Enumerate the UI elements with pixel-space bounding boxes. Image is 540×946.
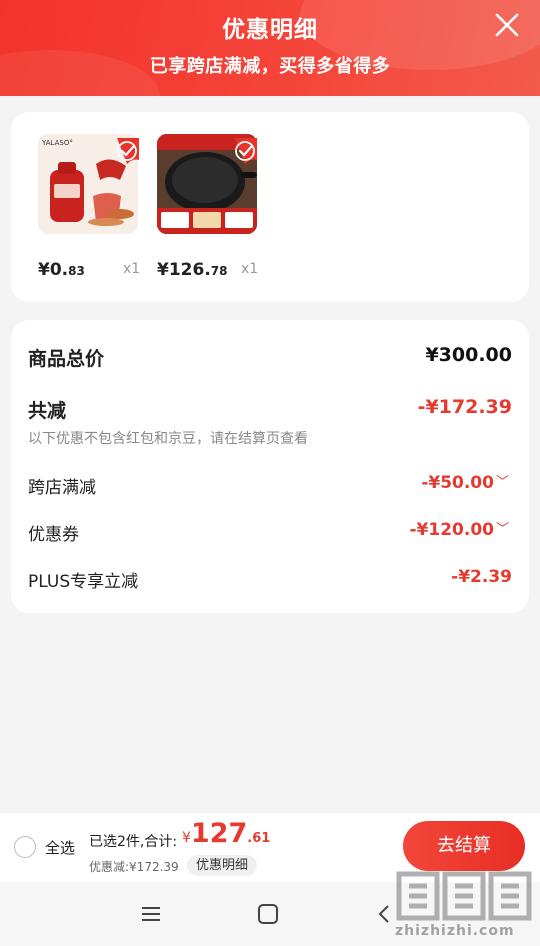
checked-badge-icon xyxy=(225,136,259,170)
plus-discount-value: -¥2.39 xyxy=(451,567,512,587)
select-all-radio[interactable] xyxy=(14,836,36,858)
product-list-card: YALASO° ¥0.83 x1 ¥126.78 x1 xyxy=(11,112,529,302)
page-subtitle: 已享跨店满减，买得多省得多 xyxy=(149,56,391,77)
plus-discount-label: PLUS专享立减 xyxy=(28,572,139,592)
selected-total: ¥127.61 xyxy=(182,818,271,849)
selected-summary: 已选2件,合计: xyxy=(89,834,178,850)
product-price: ¥126.78 xyxy=(157,260,228,280)
watermark-text: zhizhizhi.com xyxy=(395,923,515,939)
coupon-value[interactable]: -¥120.00 ﹀ xyxy=(409,520,509,540)
home-icon[interactable] xyxy=(256,902,280,926)
select-all-label[interactable]: 全选 xyxy=(45,837,75,858)
chevron-down-icon: ﹀ xyxy=(495,475,509,490)
cross-store-discount-label: 跨店满减 xyxy=(28,478,96,498)
total-reduction-value: -¥172.39 xyxy=(417,396,512,418)
product-price: ¥0.83 xyxy=(38,260,85,280)
reduction-note: 以下优惠不包含红包和京豆，请在结算页查看 xyxy=(28,431,308,447)
chevron-down-icon: ﹀ xyxy=(495,522,509,537)
discount-detail-header: 优惠明细 已享跨店满减，买得多省得多 xyxy=(0,0,540,96)
total-reduction-label: 共减 xyxy=(28,400,67,422)
product-quantity: x1 xyxy=(241,261,259,277)
back-icon[interactable] xyxy=(373,902,397,926)
total-price-label: 商品总价 xyxy=(28,348,105,370)
price-summary-card: 商品总价 ¥300.00 共减 -¥172.39 以下优惠不包含红包和京豆，请在… xyxy=(11,320,529,613)
total-price-value: ¥300.00 xyxy=(425,344,512,366)
cross-store-discount-value[interactable]: -¥50.00 ﹀ xyxy=(421,473,509,493)
close-icon[interactable] xyxy=(492,10,522,40)
discount-amount: 优惠减:¥172.39 xyxy=(89,860,179,874)
discount-detail-chip[interactable]: 优惠明细 xyxy=(187,855,258,876)
checkout-button[interactable]: 去结算 xyxy=(403,821,525,871)
product-quantity: x1 xyxy=(123,261,141,277)
coupon-label: 优惠券 xyxy=(28,525,79,545)
brand-label: YALASO° xyxy=(42,139,73,147)
menu-icon[interactable] xyxy=(139,902,163,926)
page-title: 优惠明细 xyxy=(222,17,318,43)
checked-badge-icon xyxy=(107,136,141,170)
